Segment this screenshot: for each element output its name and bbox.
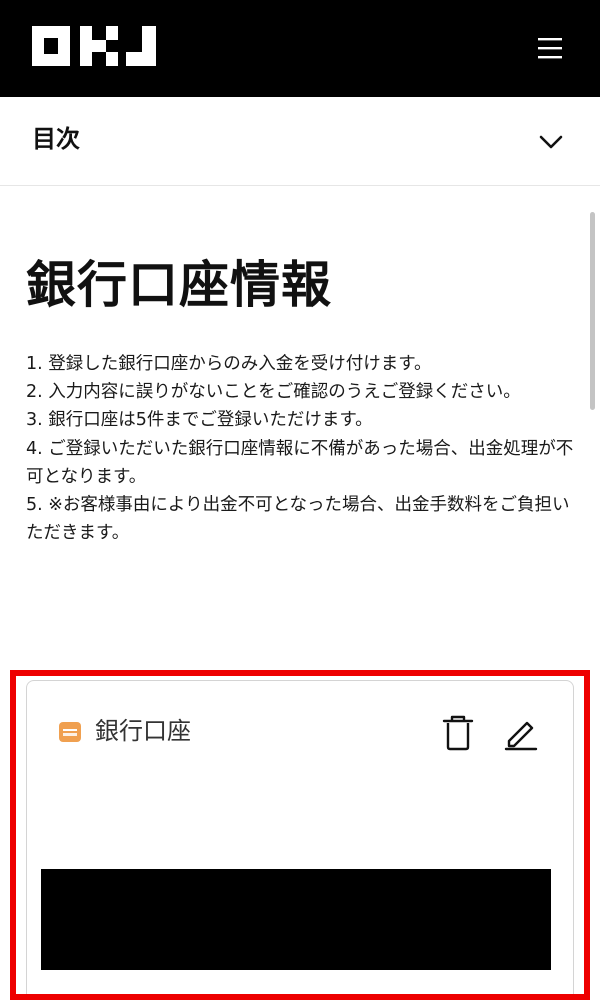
note-item: 1. 登録した銀行口座からのみ入金を受け付けます。	[26, 354, 432, 374]
scrollbar-thumb[interactable]	[590, 212, 595, 410]
note-item: 4. ご登録いただいた銀行口座情報に不備があった場合、出金処理が不可となります。	[26, 438, 574, 487]
notes-list: 1. 登録した銀行口座からのみ入金を受け付けます。 2. 入力内容に誤りがないこ…	[26, 350, 574, 547]
note-item: 3. 銀行口座は5件までご登録いただけます。	[26, 410, 373, 431]
chevron-down-icon[interactable]	[536, 127, 566, 157]
hamburger-menu-icon[interactable]	[532, 30, 568, 66]
bank-account-card-title: 銀行口座	[95, 717, 191, 745]
page-title: 銀行口座情報	[26, 256, 332, 314]
toc-label: 目次	[32, 125, 80, 153]
page: 目次 銀行口座情報 1. 登録した銀行口座からのみ入金を受け付けます。 2. 入…	[0, 0, 600, 1000]
trash-icon[interactable]	[440, 714, 476, 752]
redacted-account-details	[41, 869, 551, 970]
table-of-contents-toggle[interactable]: 目次	[0, 97, 600, 186]
note-item: 5. ※お客様事由により出金不可となった場合、出金手数料をご負担いただきます。	[26, 495, 570, 544]
okj-logo-icon[interactable]	[32, 26, 166, 66]
pencil-icon[interactable]	[502, 714, 540, 752]
note-item: 2. 入力内容に誤りがないことをご確認のうえご登録ください。	[26, 382, 521, 403]
bank-card-icon	[59, 722, 81, 742]
top-header	[0, 0, 600, 97]
